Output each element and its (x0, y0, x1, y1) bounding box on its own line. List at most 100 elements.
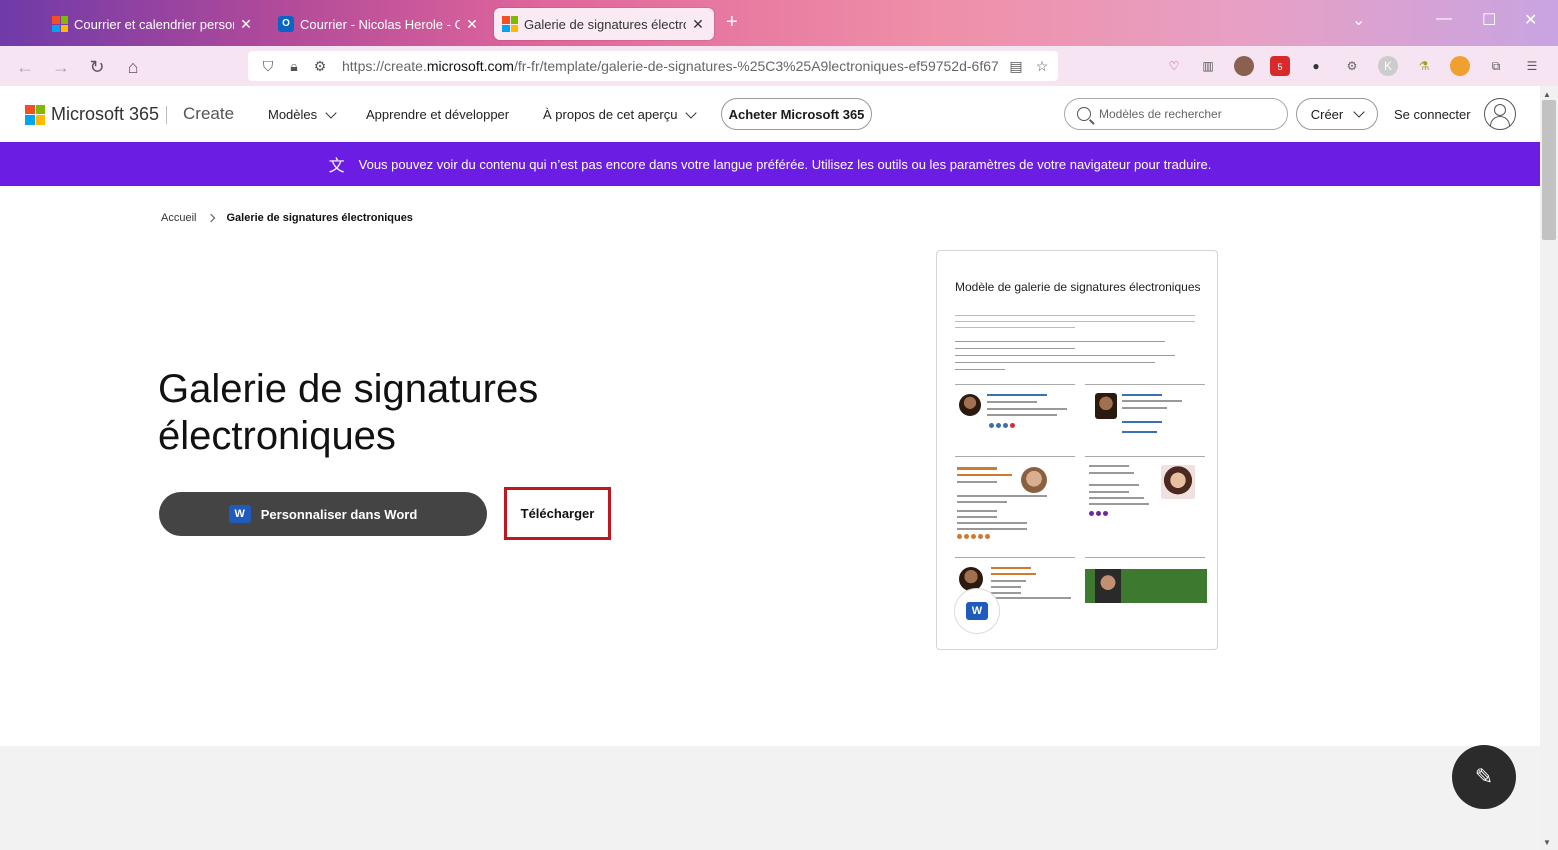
chevron-right-icon (207, 213, 216, 223)
tab-mail-calendar[interactable]: Courrier et calendrier personnel ✕ (44, 8, 262, 40)
url-text[interactable]: https://create.microsoft.com/fr-fr/templ… (342, 58, 1006, 74)
close-icon[interactable]: ✕ (690, 16, 706, 33)
signature-text (1089, 465, 1129, 467)
scroll-up-icon[interactable]: ▲ (1543, 90, 1551, 99)
brand-name: Microsoft 365 (51, 104, 160, 124)
chevron-down-icon (325, 106, 337, 119)
translate-icon: 文 (328, 158, 345, 175)
signature-text (957, 467, 997, 470)
address-bar[interactable]: ⛉ 🔒︎ ⚙ https://create.microsoft.com/fr-f… (248, 51, 1058, 81)
tab-list-chevron-icon[interactable]: ⌄ (1352, 10, 1365, 30)
preview-text-line (955, 341, 1165, 342)
menu-models[interactable]: Modèles (268, 106, 337, 122)
signature-5-divider (955, 554, 1075, 558)
signature-text (957, 522, 1027, 524)
social-icons (1089, 511, 1108, 516)
customize-in-word-button[interactable]: W Personnaliser dans Word (159, 492, 487, 536)
brand-divider (166, 106, 167, 124)
menu-learn[interactable]: Apprendre et développer (366, 107, 509, 122)
microsoft-logo-icon (52, 16, 68, 32)
word-badge: W (954, 588, 1000, 634)
signature-photo (1021, 467, 1047, 493)
social-icons (989, 423, 1015, 428)
browser-navbar: ← → ↻ ⌂ ⛉ 🔒︎ ⚙ https://create.microsoft.… (0, 46, 1558, 86)
reload-icon[interactable]: ↻ (86, 56, 108, 78)
site-header: Microsoft 365 Create Modèles Apprendre e… (0, 86, 1540, 142)
signature-text (957, 510, 997, 512)
menu-icon[interactable]: ☰ (1522, 56, 1542, 76)
settings-extension-icon[interactable]: ⚙ (1342, 56, 1362, 76)
signature-text (957, 474, 1012, 476)
search-icon (1077, 107, 1091, 121)
preview-text-line (955, 355, 1175, 356)
breadcrumb-current: Galerie de signatures électroniques (226, 212, 413, 224)
window-close-icon[interactable]: ✕ (1524, 10, 1537, 30)
signature-text (1122, 394, 1162, 396)
lower-section (0, 746, 1540, 850)
signature-photo (1095, 393, 1117, 419)
signature-text (1089, 484, 1139, 486)
preview-text-line (955, 315, 1195, 316)
user-avatar-icon[interactable] (1484, 98, 1516, 130)
signature-photo (1161, 465, 1195, 499)
extension-icon[interactable]: ● (1306, 56, 1326, 76)
page-title: Galerie de signatures électroniques (158, 367, 539, 458)
shield-icon[interactable]: ⛉ (258, 58, 278, 75)
tab-outlook[interactable]: O Courrier - Nicolas Herole - Outlook ✕ (270, 8, 488, 40)
language-banner: 文 Vous pouvez voir du contenu qui n’est … (0, 142, 1540, 186)
close-icon[interactable]: ✕ (238, 16, 254, 33)
preview-title: Modèle de galerie de signatures électron… (955, 280, 1201, 294)
chevron-down-icon (685, 106, 698, 119)
back-icon[interactable]: ← (14, 56, 36, 78)
close-icon[interactable]: ✕ (464, 16, 480, 33)
flask-extension-icon[interactable]: ⚗ (1414, 56, 1434, 76)
word-icon: W (966, 602, 988, 620)
outlook-icon: O (278, 16, 294, 32)
pocket-icon[interactable]: ♡ (1164, 56, 1184, 76)
menu-about[interactable]: À propos de cet aperçu (543, 106, 698, 122)
create-dropdown-button[interactable]: Créer (1296, 98, 1378, 130)
fox-extension-icon[interactable] (1450, 56, 1470, 76)
signature-text (957, 516, 997, 518)
profile-extension-icon[interactable] (1234, 56, 1254, 76)
preview-text-line (955, 362, 1155, 363)
signature-2-divider (1085, 381, 1205, 385)
new-tab-button[interactable]: + (726, 11, 738, 34)
create-link[interactable]: Create (183, 104, 234, 124)
tab-label: Courrier - Nicolas Herole - Outlook (300, 16, 460, 32)
permissions-icon[interactable]: ⚙ (310, 58, 330, 75)
reader-view-icon[interactable]: ▤ (1006, 58, 1026, 75)
k-extension-icon[interactable]: K (1378, 56, 1398, 76)
forward-icon[interactable]: → (50, 56, 72, 78)
bookmark-star-icon[interactable]: ☆ (1032, 58, 1052, 75)
feedback-chat-button[interactable]: ✎ (1452, 745, 1516, 809)
microsoft-logo-icon (25, 104, 45, 125)
chevron-down-icon (1353, 106, 1365, 118)
microsoft-365-brand[interactable]: Microsoft 365 (25, 104, 159, 125)
search-placeholder: Modèles de rechercher (1099, 107, 1222, 121)
scroll-down-icon[interactable]: ▼ (1543, 838, 1551, 847)
scrollbar-thumb[interactable] (1542, 100, 1556, 240)
home-icon[interactable]: ⌂ (122, 56, 144, 78)
minimize-icon[interactable]: — (1436, 10, 1452, 28)
signature-text (1089, 472, 1134, 474)
signature-text (957, 501, 1007, 503)
sign-in-link[interactable]: Se connecter (1394, 107, 1471, 122)
buy-microsoft-365-button[interactable]: Acheter Microsoft 365 (721, 98, 872, 130)
template-preview[interactable]: Modèle de galerie de signatures électron… (936, 250, 1218, 650)
breadcrumb-home[interactable]: Accueil (161, 212, 196, 224)
search-input[interactable]: Modèles de rechercher (1064, 98, 1288, 130)
extension-badge-icon[interactable]: 5 (1270, 56, 1290, 76)
signature-photo (959, 394, 981, 416)
preview-text-line (955, 369, 1005, 370)
signature-text (1122, 400, 1182, 402)
sidebar-icon[interactable]: ▥ (1198, 56, 1218, 76)
download-button[interactable]: Télécharger (504, 487, 611, 540)
lock-icon[interactable]: 🔒︎ (284, 58, 304, 75)
social-icons (957, 534, 990, 539)
extensions-puzzle-icon[interactable]: ⧉ (1486, 56, 1506, 76)
signature-text (1089, 491, 1129, 493)
maximize-icon[interactable]: ☐ (1482, 10, 1496, 30)
signature-text (957, 528, 1027, 530)
tab-signature-gallery[interactable]: Galerie de signatures électroniques ✕ (494, 8, 714, 40)
